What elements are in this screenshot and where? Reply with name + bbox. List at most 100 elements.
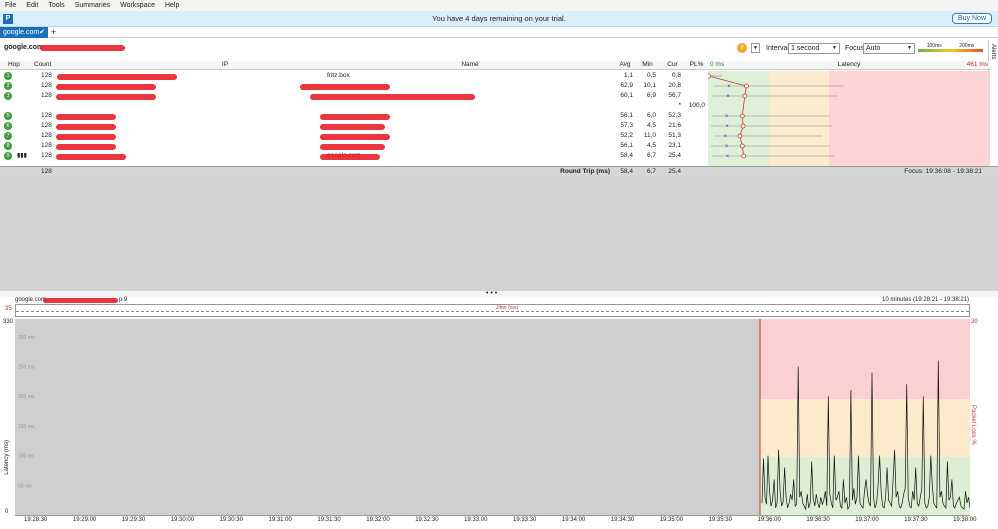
hop-cur: 25,4 — [668, 152, 681, 159]
menu-summaries[interactable]: Summaries — [70, 2, 115, 9]
col-min[interactable]: Min — [635, 61, 660, 70]
y-tick-label: 250 ms — [18, 365, 35, 371]
x-tick-label: 19:34:30 — [610, 517, 635, 523]
col-pl[interactable]: PL% — [685, 61, 708, 70]
menu-tools[interactable]: Tools — [43, 2, 69, 9]
jitter-line — [16, 311, 969, 312]
y-axis-label: Latency (ms) — [4, 440, 10, 475]
hop-count: 128 — [41, 122, 52, 129]
tab-google[interactable]: google.com ✔ — [0, 27, 48, 38]
alerts-label: Alerts — [990, 44, 996, 60]
jitter-label: Jitter (ms) — [496, 305, 519, 311]
hop-grid: Hop Count IP Name Avg Min Cur PL% 0 ms L… — [0, 61, 990, 166]
hop-avg: 52,2 — [620, 132, 633, 139]
redaction-mark — [57, 74, 177, 80]
scale-200: 200ms — [959, 43, 975, 49]
col-avg[interactable]: Avg — [615, 61, 635, 70]
trial-message: You have 4 days remaining on your trial. — [432, 14, 566, 23]
jitter-axis-label: 35 — [5, 306, 12, 312]
hop-number: 5 — [4, 112, 12, 120]
summary-label: Round Trip (ms) — [560, 168, 610, 175]
x-tick-label: 19:37:30 — [904, 517, 928, 523]
x-tick-label: 19:30:00 — [170, 517, 195, 523]
x-tick-label: 19:29:30 — [121, 517, 146, 523]
hop-number: 1 — [4, 72, 12, 80]
col-ip[interactable]: IP — [125, 61, 325, 70]
hop-number: 9 — [4, 152, 12, 160]
hop-cur: 0,8 — [671, 72, 681, 79]
summary-focus: Focus: 19:36:08 - 19:38:21 — [904, 168, 982, 175]
latency-avg-point — [740, 123, 746, 129]
col-latency[interactable]: 0 ms Latency 461 ms — [708, 61, 990, 70]
hop-row[interactable]: * 100,0 — [0, 101, 708, 111]
menu-file[interactable]: File — [0, 2, 21, 9]
x-tick-label: 19:31:30 — [317, 517, 341, 523]
col-cur[interactable]: Cur — [660, 61, 685, 70]
hop-min: 4,5 — [646, 142, 656, 149]
x-tick-label: 19:38:00 — [953, 517, 977, 523]
redaction-mark — [310, 94, 475, 100]
redaction-mark — [320, 154, 380, 160]
buy-now-button[interactable]: Buy Now — [952, 13, 992, 24]
hop-avg: 57,3 — [620, 122, 633, 129]
x-tick-label: 19:30:30 — [219, 517, 243, 523]
splitter-handle-icon[interactable]: • • • — [486, 290, 497, 297]
hop-cur: 52,3 — [668, 112, 681, 119]
left-axis-zero: 0 — [5, 509, 9, 515]
x-tick-label: 19:28:30 — [24, 517, 48, 523]
menu-help[interactable]: Help — [160, 2, 184, 9]
left-axis-max: 330 — [3, 319, 14, 325]
add-tab-button[interactable]: + — [51, 27, 56, 37]
menu-workspace[interactable]: Workspace — [115, 2, 160, 9]
grid-empty-area — [0, 176, 998, 291]
latency-avg-point — [742, 93, 748, 99]
x-tick-label: 19:35:00 — [659, 517, 684, 523]
hop-count: 128 — [41, 72, 52, 79]
hop-cur: 20,8 — [668, 82, 681, 89]
x-tick-label: 19:32:30 — [415, 517, 439, 523]
col-hop[interactable]: Hop — [0, 61, 30, 70]
col-count[interactable]: Count — [30, 61, 125, 70]
hop-number: 2 — [4, 82, 12, 90]
latency-cur-mark: × — [726, 94, 730, 100]
hop-cur: 51,3 — [668, 132, 681, 139]
latency-avg-point — [708, 73, 712, 79]
latency-cur-mark: × — [725, 114, 729, 120]
latency-history-chart[interactable]: 300 ms 250 ms 200 ms 150 ms 100 ms 50 ms — [15, 319, 970, 515]
y-tick-label: 300 ms — [18, 335, 35, 341]
latency-max-label: 461 ms — [966, 61, 988, 68]
redaction-mark — [320, 124, 385, 130]
tab-bar: google.com ✔ + — [0, 27, 998, 38]
chevron-down-icon: ▼ — [832, 45, 837, 51]
redaction-mark — [320, 114, 390, 120]
pause-icon[interactable]: II — [737, 43, 747, 53]
jitter-strip: Jitter (ms) — [15, 304, 970, 317]
redaction-mark — [43, 298, 118, 303]
summary-min: 6,7 — [646, 168, 656, 175]
hop-name: fritz.box — [327, 72, 350, 79]
focus-select[interactable]: Auto ▼ — [863, 43, 915, 54]
latency-cur-mark: × — [725, 124, 729, 130]
latency-avg-point — [744, 83, 749, 89]
hop-cur: * — [678, 102, 681, 109]
pane-splitter[interactable] — [0, 291, 998, 297]
time-range[interactable]: 10 minutes (19:28:21 - 19:38:21) — [882, 297, 969, 303]
hop-count: 128 — [41, 142, 52, 149]
summary-count: 128 — [41, 168, 52, 175]
col-name[interactable]: Name — [325, 61, 615, 70]
hop-count: 128 — [41, 92, 52, 99]
trial-banner: P You have 4 days remaining on your tria… — [0, 11, 998, 27]
interval-value: 1 second — [791, 45, 820, 52]
latency-avg-point — [741, 153, 747, 159]
latency-avg-point — [737, 133, 743, 139]
y-tick-label: 150 ms — [18, 424, 35, 430]
hop-number: 7 — [4, 132, 12, 140]
redaction-mark — [56, 114, 116, 120]
redaction-mark — [320, 134, 390, 140]
pause-options-button[interactable]: ▼ — [751, 43, 760, 53]
interval-select[interactable]: 1 second ▼ — [788, 43, 840, 54]
menu-edit[interactable]: Edit — [21, 2, 43, 9]
hop-avg: 62,9 — [620, 82, 633, 89]
hop-avg: 58,4 — [620, 152, 633, 159]
x-tick-label: 19:35:30 — [708, 517, 732, 523]
